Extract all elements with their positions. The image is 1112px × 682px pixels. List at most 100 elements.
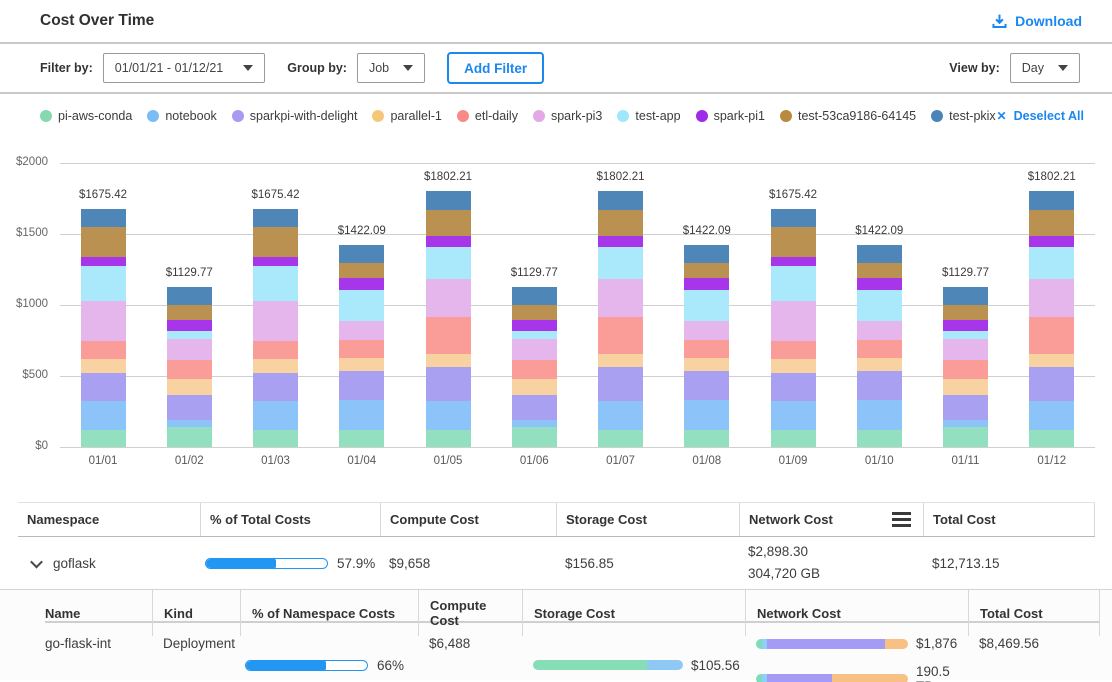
bar-segment-spark-pi1[interactable] [1029, 236, 1074, 247]
stacked-bar-01/05[interactable] [426, 191, 471, 447]
download-button[interactable]: Download [991, 13, 1082, 30]
bar-segment-notebook[interactable] [339, 400, 384, 430]
bar-segment-test-app[interactable] [167, 331, 212, 339]
col-namespace[interactable]: Namespace [18, 503, 200, 536]
bar-segment-spark-pi1[interactable] [253, 257, 298, 267]
stacked-bar-01/10[interactable] [857, 245, 902, 447]
legend-item-notebook[interactable]: notebook [147, 109, 216, 123]
bar-segment-test-53ca9186-64145[interactable] [167, 305, 212, 319]
bar-segment-pi-aws-conda[interactable] [684, 430, 729, 447]
stacked-bar-01/04[interactable] [339, 245, 384, 447]
stacked-bar-01/12[interactable] [1029, 191, 1074, 447]
bar-segment-etl-daily[interactable] [426, 317, 471, 354]
bar-segment-test-app[interactable] [512, 331, 557, 339]
bar-segment-test-app[interactable] [339, 290, 384, 321]
bar-segment-sparkpi-with-delight[interactable] [684, 371, 729, 400]
stacked-bar-01/09[interactable] [771, 209, 816, 447]
bar-segment-parallel-1[interactable] [598, 354, 643, 367]
bar-segment-test-53ca9186-64145[interactable] [598, 210, 643, 237]
deselect-all-button[interactable]: ✕ Deselect All [997, 109, 1084, 123]
bar-segment-etl-daily[interactable] [857, 340, 902, 358]
bar-segment-spark-pi1[interactable] [512, 320, 557, 332]
bar-segment-spark-pi3[interactable] [598, 279, 643, 317]
bar-segment-test-53ca9186-64145[interactable] [1029, 210, 1074, 237]
bar-segment-pi-aws-conda[interactable] [426, 430, 471, 447]
bar-segment-pi-aws-conda[interactable] [771, 430, 816, 447]
legend-item-spark-pi1[interactable]: spark-pi1 [696, 109, 765, 123]
bar-segment-test-pkix[interactable] [1029, 191, 1074, 210]
bar-segment-spark-pi3[interactable] [684, 321, 729, 340]
bar-segment-spark-pi1[interactable] [426, 236, 471, 247]
col-compute-cost[interactable]: Compute Cost [418, 590, 522, 636]
bar-segment-etl-daily[interactable] [167, 360, 212, 379]
add-filter-button[interactable]: Add Filter [447, 52, 544, 84]
bar-segment-spark-pi3[interactable] [512, 339, 557, 361]
bar-segment-sparkpi-with-delight[interactable] [81, 373, 126, 401]
bar-segment-test-pkix[interactable] [771, 209, 816, 227]
bar-segment-parallel-1[interactable] [857, 358, 902, 371]
bar-segment-parallel-1[interactable] [339, 358, 384, 371]
legend-item-etl-daily[interactable]: etl-daily [457, 109, 518, 123]
legend-item-parallel-1[interactable]: parallel-1 [372, 109, 441, 123]
legend-item-test-app[interactable]: test-app [617, 109, 680, 123]
bar-segment-spark-pi3[interactable] [943, 339, 988, 361]
bar-segment-parallel-1[interactable] [771, 359, 816, 373]
bar-segment-test-app[interactable] [598, 247, 643, 279]
bar-segment-test-53ca9186-64145[interactable] [339, 263, 384, 278]
col-storage-cost[interactable]: Storage Cost [522, 590, 745, 636]
bar-segment-test-53ca9186-64145[interactable] [857, 263, 902, 278]
bar-segment-parallel-1[interactable] [426, 354, 471, 367]
bar-segment-etl-daily[interactable] [598, 317, 643, 354]
bar-segment-test-53ca9186-64145[interactable] [426, 210, 471, 237]
bar-segment-spark-pi1[interactable] [857, 278, 902, 290]
stacked-bar-01/01[interactable] [81, 209, 126, 447]
bar-segment-test-pkix[interactable] [426, 191, 471, 210]
bar-segment-spark-pi1[interactable] [81, 257, 126, 267]
bar-segment-notebook[interactable] [81, 401, 126, 430]
bar-segment-sparkpi-with-delight[interactable] [167, 395, 212, 420]
bar-segment-pi-aws-conda[interactable] [943, 427, 988, 447]
bar-segment-pi-aws-conda[interactable] [1029, 430, 1074, 447]
bar-segment-pi-aws-conda[interactable] [512, 427, 557, 447]
stacked-bar-01/06[interactable] [512, 287, 557, 447]
bar-segment-notebook[interactable] [857, 400, 902, 430]
bar-segment-etl-daily[interactable] [684, 340, 729, 358]
legend-item-spark-pi3[interactable]: spark-pi3 [533, 109, 602, 123]
bar-segment-notebook[interactable] [1029, 401, 1074, 430]
bar-segment-sparkpi-with-delight[interactable] [339, 371, 384, 400]
stacked-bar-01/02[interactable] [167, 287, 212, 447]
stacked-bar-01/11[interactable] [943, 287, 988, 447]
bar-segment-test-pkix[interactable] [81, 209, 126, 227]
bar-segment-test-app[interactable] [943, 331, 988, 339]
bar-segment-test-53ca9186-64145[interactable] [512, 305, 557, 319]
col-storage-cost[interactable]: Storage Cost [556, 503, 739, 536]
bar-segment-pi-aws-conda[interactable] [167, 427, 212, 447]
bar-segment-spark-pi3[interactable] [81, 301, 126, 341]
bar-segment-test-53ca9186-64145[interactable] [253, 227, 298, 257]
bar-segment-test-pkix[interactable] [598, 191, 643, 210]
bar-segment-test-53ca9186-64145[interactable] [81, 227, 126, 257]
bar-segment-test-app[interactable] [857, 290, 902, 321]
bar-segment-test-pkix[interactable] [512, 287, 557, 306]
legend-item-test-53ca9186-64145[interactable]: test-53ca9186-64145 [780, 109, 916, 123]
bar-segment-spark-pi3[interactable] [426, 279, 471, 317]
bar-segment-notebook[interactable] [684, 400, 729, 430]
bar-segment-parallel-1[interactable] [512, 379, 557, 395]
bar-segment-etl-daily[interactable] [512, 360, 557, 379]
bar-segment-sparkpi-with-delight[interactable] [598, 367, 643, 401]
bar-segment-parallel-1[interactable] [1029, 354, 1074, 367]
bar-segment-sparkpi-with-delight[interactable] [253, 373, 298, 401]
stacked-bar-01/03[interactable] [253, 209, 298, 447]
bar-segment-pi-aws-conda[interactable] [857, 430, 902, 447]
bar-segment-spark-pi3[interactable] [339, 321, 384, 340]
bar-segment-etl-daily[interactable] [1029, 317, 1074, 354]
bar-segment-parallel-1[interactable] [253, 359, 298, 373]
chevron-down-icon[interactable] [30, 555, 43, 568]
bar-segment-spark-pi1[interactable] [598, 236, 643, 247]
bar-segment-test-app[interactable] [771, 266, 816, 301]
bar-segment-parallel-1[interactable] [684, 358, 729, 371]
bar-segment-test-app[interactable] [253, 266, 298, 301]
group-by-select[interactable]: Job [357, 53, 425, 83]
bar-segment-etl-daily[interactable] [253, 341, 298, 359]
col-pct-namespace-costs[interactable]: % of Namespace Costs [240, 590, 418, 636]
